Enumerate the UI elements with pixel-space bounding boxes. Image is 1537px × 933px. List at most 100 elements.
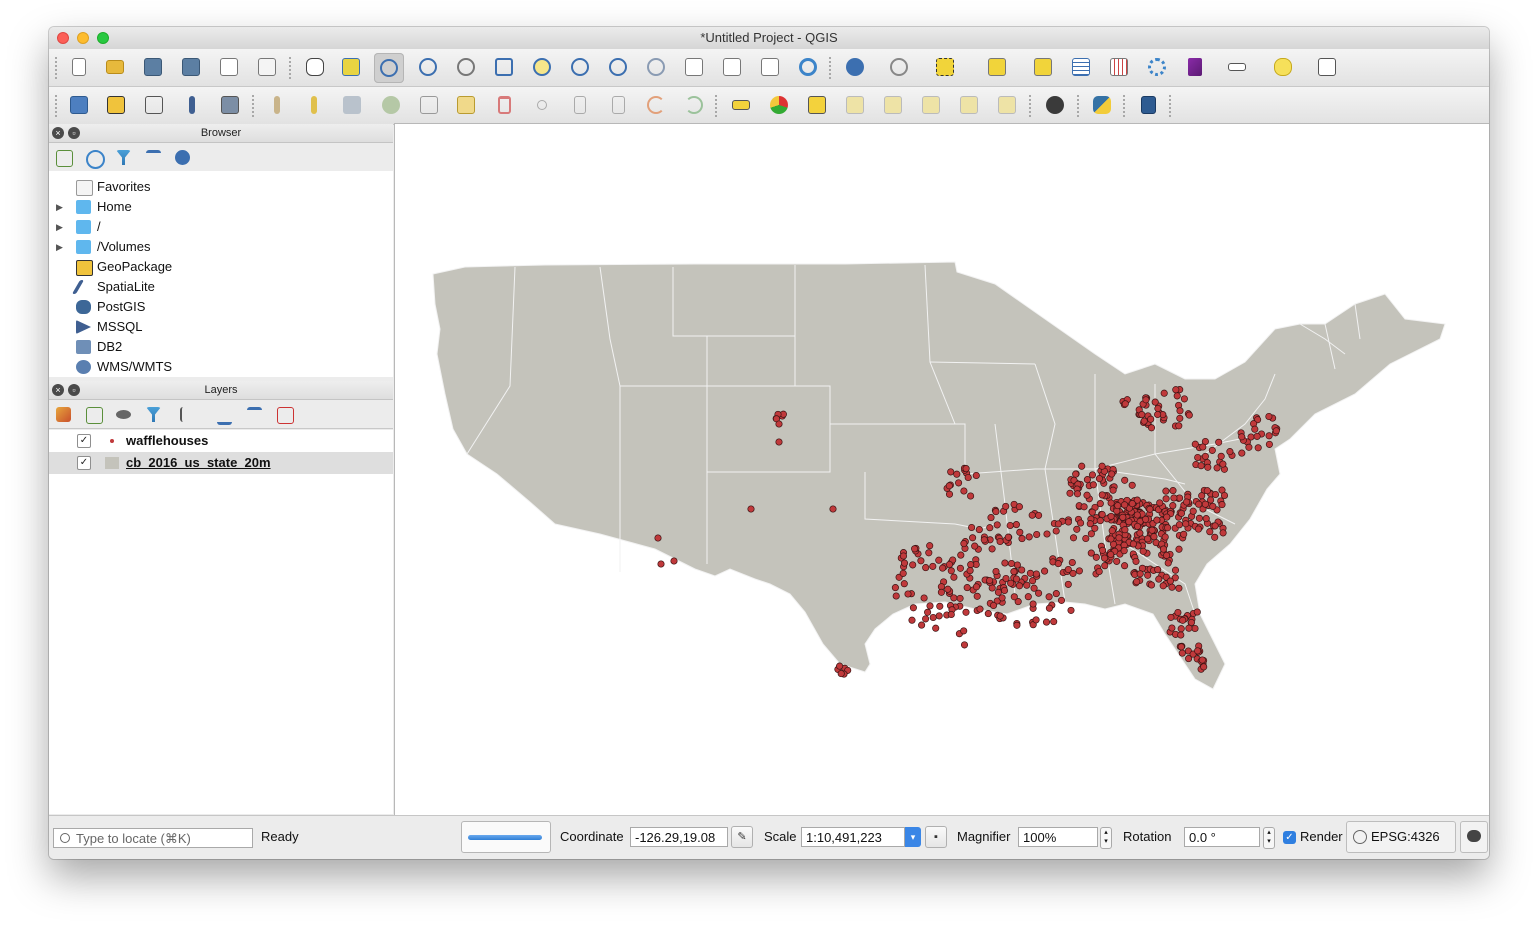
- add-group-icon[interactable]: [86, 407, 103, 424]
- layer-visibility-checkbox[interactable]: ✓: [77, 456, 91, 470]
- identify-features-button[interactable]: [843, 55, 867, 79]
- save-as-button[interactable]: [179, 55, 203, 79]
- browser-item[interactable]: ▶ Home: [49, 197, 393, 217]
- redo-button[interactable]: [682, 93, 706, 117]
- new-virtual-layer-button[interactable]: [218, 93, 242, 117]
- float-panel-icon[interactable]: ▫: [68, 384, 80, 396]
- zoom-window-button[interactable]: [97, 32, 109, 44]
- browser-item[interactable]: GeoPackage: [49, 257, 393, 277]
- map-canvas[interactable]: [394, 123, 1489, 815]
- toolbox-button[interactable]: [1145, 55, 1169, 79]
- select-features-button[interactable]: [933, 55, 957, 79]
- locate-search-input[interactable]: Type to locate (⌘K): [53, 828, 253, 848]
- field-calculator-button[interactable]: [1107, 55, 1131, 79]
- current-edits-button[interactable]: [265, 93, 289, 117]
- pan-to-selection-button[interactable]: [339, 55, 363, 79]
- info-icon[interactable]: [175, 150, 190, 165]
- scale-dropdown-icon[interactable]: ▾: [905, 827, 921, 847]
- save-edits-button[interactable]: [340, 93, 364, 117]
- magnifier-stepper[interactable]: ▴ ▾: [1100, 827, 1112, 849]
- coordinate-field[interactable]: -126.29,19.08: [630, 827, 728, 847]
- pan-map-button[interactable]: [303, 55, 327, 79]
- collapse-all-icon[interactable]: [146, 150, 161, 168]
- minimize-window-button[interactable]: [77, 32, 89, 44]
- layer-diagram-button[interactable]: [767, 93, 791, 117]
- magnifier-field[interactable]: 100%: [1018, 827, 1098, 847]
- actions-button[interactable]: [887, 55, 911, 79]
- filter-expression-icon[interactable]: [180, 407, 197, 422]
- cut-features-button[interactable]: [530, 93, 554, 117]
- expand-arrow-icon[interactable]: ▶: [56, 217, 63, 237]
- help-button[interactable]: [1136, 93, 1160, 117]
- expand-arrow-icon[interactable]: ▶: [56, 237, 63, 257]
- undo-button[interactable]: [644, 93, 668, 117]
- zoom-next-button[interactable]: [644, 55, 668, 79]
- scale-lock-button[interactable]: ▪: [925, 826, 947, 848]
- show-bookmarks-button[interactable]: [758, 55, 782, 79]
- rotation-field[interactable]: 0.0 °: [1184, 827, 1260, 847]
- delete-selected-button[interactable]: [492, 93, 516, 117]
- open-attribute-table-button[interactable]: [1069, 55, 1093, 79]
- scale-field[interactable]: 1:10,491,223: [801, 827, 905, 847]
- data-source-manager-button[interactable]: [67, 93, 91, 117]
- style-brush-icon[interactable]: [56, 407, 71, 422]
- browser-item[interactable]: ▶ /: [49, 217, 393, 237]
- select-by-value-button[interactable]: [985, 55, 1009, 79]
- messages-button[interactable]: [1460, 821, 1488, 853]
- save-project-button[interactable]: [141, 55, 165, 79]
- change-label-button[interactable]: [995, 93, 1019, 117]
- browser-item[interactable]: SpatiaLite: [49, 277, 393, 297]
- layer-item-wafflehouses[interactable]: ✓ wafflehouses: [49, 430, 393, 452]
- rotation-stepper[interactable]: ▴ ▾: [1263, 827, 1275, 849]
- browser-item[interactable]: ▶ /Volumes: [49, 237, 393, 257]
- render-checkbox[interactable]: ✓: [1283, 831, 1296, 844]
- zoom-out-button[interactable]: [416, 55, 440, 79]
- map-tips-button[interactable]: [1271, 55, 1295, 79]
- remove-layer-icon[interactable]: [277, 407, 294, 424]
- refresh-button[interactable]: [796, 55, 820, 79]
- metasearch-button[interactable]: [1043, 93, 1067, 117]
- measure-line-button[interactable]: [1225, 55, 1249, 79]
- expand-all-icon[interactable]: [217, 407, 232, 425]
- deselect-all-button[interactable]: [1031, 55, 1055, 79]
- statistical-summary-button[interactable]: [1183, 55, 1207, 79]
- browser-item[interactable]: MSSQL: [49, 317, 393, 337]
- pin-labels-button[interactable]: [843, 93, 867, 117]
- close-window-button[interactable]: [57, 32, 69, 44]
- crs-button[interactable]: EPSG:4326: [1346, 821, 1456, 853]
- refresh-icon[interactable]: [86, 150, 105, 169]
- zoom-in-button[interactable]: [374, 53, 404, 83]
- new-spatialite-layer-button[interactable]: [180, 93, 204, 117]
- text-annotation-button[interactable]: [1315, 55, 1339, 79]
- vertex-tool-button[interactable]: [417, 93, 441, 117]
- collapse-all-icon[interactable]: [247, 407, 262, 425]
- modify-attributes-button[interactable]: [454, 93, 478, 117]
- new-map-view-button[interactable]: [682, 55, 706, 79]
- visibility-eye-icon[interactable]: [116, 410, 131, 419]
- new-project-button[interactable]: [67, 55, 91, 79]
- copy-features-button[interactable]: [568, 93, 592, 117]
- add-selected-layers-icon[interactable]: [56, 150, 73, 167]
- float-panel-icon[interactable]: ▫: [68, 127, 80, 139]
- browser-item[interactable]: PostGIS: [49, 297, 393, 317]
- toggle-editing-button[interactable]: [302, 93, 326, 117]
- new-shapefile-layer-button[interactable]: [142, 93, 166, 117]
- browser-item[interactable]: Favorites: [49, 177, 393, 197]
- filter-icon[interactable]: [116, 150, 131, 165]
- layer-item-states[interactable]: ✓ cb_2016_us_state_20m: [49, 452, 393, 474]
- new-geopackage-layer-button[interactable]: [104, 93, 128, 117]
- zoom-last-button[interactable]: [606, 55, 630, 79]
- toggle-extents-button[interactable]: ✎: [731, 826, 753, 848]
- close-panel-icon[interactable]: ×: [52, 384, 64, 396]
- rotate-label-button[interactable]: [957, 93, 981, 117]
- zoom-to-selection-button[interactable]: [530, 55, 554, 79]
- filter-legend-icon[interactable]: [146, 407, 161, 422]
- new-bookmark-button[interactable]: [720, 55, 744, 79]
- zoom-full-button[interactable]: [492, 55, 516, 79]
- paste-features-button[interactable]: [606, 93, 630, 117]
- python-console-button[interactable]: [1090, 93, 1114, 117]
- layer-visibility-checkbox[interactable]: ✓: [77, 434, 91, 448]
- zoom-native-button[interactable]: [454, 55, 478, 79]
- browser-item[interactable]: WMS/WMTS: [49, 357, 393, 377]
- add-feature-button[interactable]: [379, 93, 403, 117]
